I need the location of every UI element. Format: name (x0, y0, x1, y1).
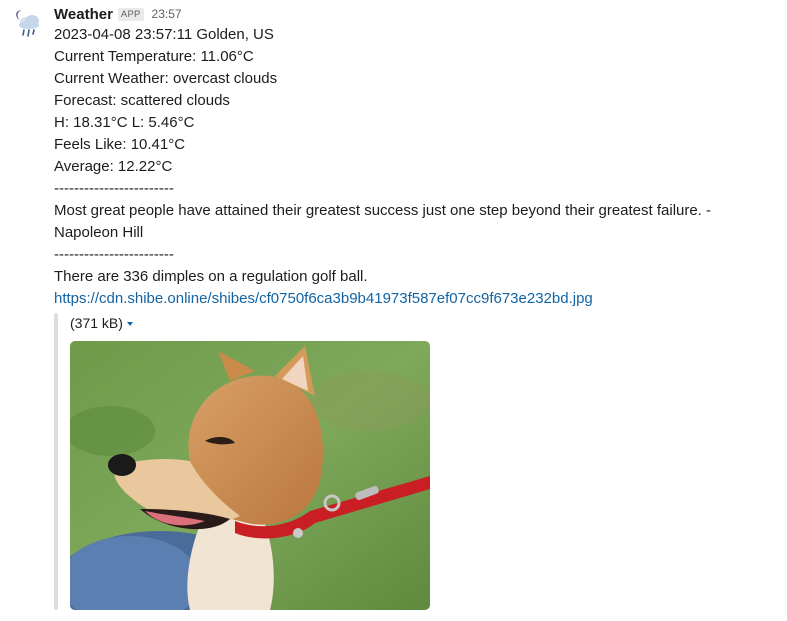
high-low-line: H: 18.31°C L: 5.46°C (54, 114, 195, 131)
quote-line: Most great people have attained their gr… (54, 202, 716, 241)
forecast-line: Forecast: scattered clouds (54, 92, 230, 109)
location-line: 2023-04-08 23:57:11 Golden, US (54, 26, 274, 43)
attachment-bar (54, 313, 58, 610)
image-attachment: (371 kB) (54, 313, 434, 610)
attachment-size: (371 kB) (70, 315, 123, 331)
feels-like-line: Feels Like: 10.41°C (54, 136, 186, 153)
shiba-inu-dog-photo[interactable] (70, 341, 430, 610)
message-header: Weather APP 23:57 (54, 4, 778, 24)
message-body: Weather APP 23:57 2023-04-08 23:57:11 Go… (54, 4, 778, 310)
fact-line: There are 336 dimples on a regulation go… (54, 268, 368, 285)
message-text: 2023-04-08 23:57:11 Golden, US Current T… (54, 24, 778, 310)
moon-cloud-rain-icon (16, 10, 39, 37)
divider-line: ------------------------ (54, 180, 174, 197)
message-timestamp[interactable]: 23:57 (152, 7, 182, 21)
caret-down-icon[interactable] (126, 322, 133, 326)
weather-message: Weather APP 23:57 2023-04-08 23:57:11 Go… (0, 0, 787, 621)
app-badge: APP (117, 7, 144, 21)
attachment-meta: (371 kB) (70, 315, 133, 331)
divider-line: ------------------------ (54, 246, 174, 263)
weather-app-avatar[interactable] (13, 7, 43, 39)
average-line: Average: 12.22°C (54, 158, 173, 175)
current-weather-line: Current Weather: overcast clouds (54, 70, 278, 87)
current-temperature-line: Current Temperature: 11.06°C (54, 48, 254, 65)
dog-photo-image (70, 341, 430, 610)
image-link[interactable]: https://cdn.shibe.online/shibes/cf0750f6… (54, 290, 593, 307)
sender-name[interactable]: Weather (54, 6, 113, 23)
